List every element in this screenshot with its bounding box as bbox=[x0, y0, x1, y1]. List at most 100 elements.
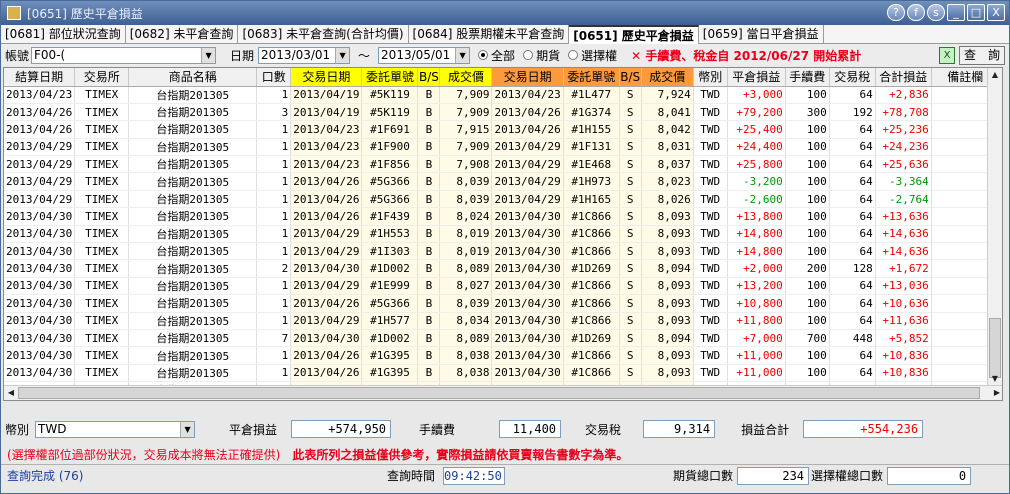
cell-currency: TWD bbox=[693, 364, 728, 383]
cell-exchange: TIMEX bbox=[74, 277, 130, 296]
radio-futures[interactable]: 期貨 bbox=[523, 47, 560, 64]
settings-icon[interactable]: s bbox=[927, 4, 945, 21]
table-row[interactable]: 2013/04/26 TIMEX 台指期201305 3 2013/04/19 #5K11… bbox=[4, 103, 1000, 122]
close-button[interactable]: X bbox=[987, 4, 1005, 21]
cell-fee: 100 bbox=[785, 364, 830, 383]
table-row[interactable]: 2013/04/30 TIMEX 台指期201305 1 2013/04/29 #1I30… bbox=[4, 242, 1000, 261]
cell-exchange: TIMEX bbox=[74, 120, 130, 139]
table-row[interactable]: 2013/04/29 TIMEX 台指期201305 1 2013/04/26 #5G36… bbox=[4, 172, 1000, 191]
vertical-scrollbar[interactable]: ▲ ▼ bbox=[987, 68, 1002, 386]
table-row[interactable]: 2013/04/29 TIMEX 台指期201305 1 2013/04/26 #5G36… bbox=[4, 190, 1000, 209]
table-row[interactable]: 2013/04/29 TIMEX 台指期201305 1 2013/04/23 #1F90… bbox=[4, 138, 1000, 157]
minimize-button[interactable]: _ bbox=[947, 4, 965, 21]
column-header-open-order-no[interactable]: 委託單號 bbox=[361, 68, 419, 87]
column-header-exchange[interactable]: 交易所 bbox=[74, 68, 130, 87]
chevron-down-icon[interactable]: ▼ bbox=[335, 47, 350, 63]
cell-lots: 1 bbox=[256, 120, 292, 139]
cell-currency: TWD bbox=[693, 155, 728, 174]
app-icon bbox=[7, 6, 21, 20]
cell-open-bs: B bbox=[417, 172, 441, 191]
table-row[interactable]: 2013/04/30 TIMEX 台指期201305 7 2013/04/30 #1D00… bbox=[4, 329, 1000, 348]
scroll-left-icon[interactable]: ◀ bbox=[4, 386, 18, 400]
column-header-fee[interactable]: 手續費 bbox=[785, 68, 830, 87]
cell-close-pnl: +3,000 bbox=[727, 86, 786, 104]
cell-close-pnl: +13,200 bbox=[727, 277, 786, 296]
chevron-down-icon[interactable]: ▼ bbox=[201, 47, 216, 63]
table-row[interactable]: 2013/04/30 TIMEX 台指期201305 1 2013/04/29 #1H57… bbox=[4, 312, 1000, 330]
cell-open-order-no: #5G366 bbox=[361, 190, 419, 209]
cell-total-pnl: +10,636 bbox=[875, 294, 932, 313]
cell-exchange: TIMEX bbox=[74, 259, 130, 278]
column-header-settle-date[interactable]: 結算日期 bbox=[4, 68, 76, 87]
tab-0659[interactable]: [0659] 當日平倉損益 bbox=[699, 25, 824, 44]
column-header-currency[interactable]: 幣別 bbox=[693, 68, 728, 87]
table-row[interactable]: 2013/04/30TIMEX台指期20130512013/04/26#1G39… bbox=[4, 346, 1000, 365]
cell-open-trade-date: 2013/04/26 bbox=[290, 294, 363, 313]
column-header-open-bs[interactable]: B/S bbox=[417, 68, 441, 87]
radio-all[interactable]: 全部 bbox=[478, 47, 515, 64]
cell-currency: TWD bbox=[693, 103, 728, 122]
currency-select[interactable]: TWD ▼ bbox=[35, 420, 196, 438]
column-header-close-pnl[interactable]: 平倉損益 bbox=[727, 68, 786, 87]
scroll-thumb[interactable] bbox=[989, 318, 1001, 378]
column-header-open-price[interactable]: 成交價 bbox=[439, 68, 493, 87]
cell-close-order-no: #1C866 bbox=[563, 207, 620, 226]
table-row[interactable]: 2013/04/30 TIMEX 台指期201305 1 2013/04/26 #5G36… bbox=[4, 294, 1000, 313]
table-row[interactable]: 2013/04/30 TIMEX 台指期201305 1 2013/04/29 #1H55… bbox=[4, 225, 1000, 244]
table-row[interactable]: 2013/04/30TIMEX台指期20130512013/04/26#1G39… bbox=[4, 364, 1000, 383]
scroll-up-icon[interactable]: ▲ bbox=[988, 68, 1002, 82]
column-header-close-bs[interactable]: B/S bbox=[619, 68, 642, 87]
table-row[interactable]: 2013/04/30 TIMEX 台指期201305 2 2013/04/30 #1D00… bbox=[4, 259, 1000, 278]
cell-product-name: 台指期201305 bbox=[128, 103, 258, 122]
title-bar[interactable]: [0651] 歷史平倉損益 ? f s _ □ X bbox=[1, 1, 1009, 25]
cell-open-price: 7,909 bbox=[439, 138, 493, 157]
column-header-close-order-no[interactable]: 委託單號 bbox=[563, 68, 620, 87]
table-row[interactable]: 2013/04/30 TIMEX 台指期201305 1 2013/04/26 #1F43… bbox=[4, 207, 1000, 226]
column-header-product-name[interactable]: 商品名稱 bbox=[128, 68, 258, 87]
date-to-picker[interactable]: 2013/05/01 ▼ bbox=[378, 46, 471, 64]
cell-lots: 1 bbox=[256, 364, 292, 383]
chevron-down-icon[interactable]: ▼ bbox=[180, 421, 195, 437]
tab-0681[interactable]: [0681] 部位狀況查詢 bbox=[1, 25, 126, 44]
horizontal-scrollbar[interactable]: ◀ ▶ bbox=[4, 385, 1002, 400]
cell-currency: TWD bbox=[693, 346, 728, 365]
cell-open-bs: B bbox=[417, 155, 441, 174]
date-from-picker[interactable]: 2013/03/01 ▼ bbox=[258, 46, 351, 64]
pnl-label: 平倉損益 bbox=[229, 422, 278, 437]
column-header-tax[interactable]: 交易稅 bbox=[829, 68, 876, 87]
scroll-right-icon[interactable]: ▶ bbox=[990, 386, 1002, 400]
cell-open-trade-date: 2013/04/23 bbox=[290, 155, 363, 174]
excel-export-icon[interactable]: X bbox=[939, 46, 955, 64]
query-button[interactable]: 查 詢 bbox=[959, 45, 1005, 65]
scroll-down-icon[interactable]: ▼ bbox=[988, 372, 1002, 386]
table-row[interactable]: 2013/04/26 TIMEX 台指期201305 1 2013/04/23 #1F69… bbox=[4, 120, 1000, 139]
cell-fee: 100 bbox=[785, 172, 830, 191]
cell-tax: 64 bbox=[829, 155, 876, 174]
font-icon[interactable]: f bbox=[907, 4, 925, 21]
tab-0682[interactable]: [0682] 未平倉查詢 bbox=[126, 25, 239, 44]
cell-close-bs: S bbox=[619, 259, 642, 278]
table-row[interactable]: 2013/04/30 TIMEX 台指期201305 1 2013/04/29 #1E99… bbox=[4, 277, 1000, 296]
cell-product-name: 台指期201305 bbox=[128, 120, 258, 139]
table-row[interactable]: 2013/04/29 TIMEX 台指期201305 1 2013/04/23 #1F85… bbox=[4, 155, 1000, 174]
tab-0683[interactable]: [0683] 未平倉查詢(合計均價) bbox=[238, 25, 409, 44]
column-header-close-price[interactable]: 成交價 bbox=[641, 68, 694, 87]
scroll-thumb[interactable] bbox=[18, 387, 980, 399]
column-header-total-pnl[interactable]: 合計損益 bbox=[875, 68, 932, 87]
cell-open-order-no: #1E999 bbox=[361, 277, 419, 296]
cell-currency: TWD bbox=[693, 277, 728, 296]
help-icon[interactable]: ? bbox=[887, 4, 905, 21]
table-row[interactable]: 2013/04/23 TIMEX 台指期201305 1 2013/04/19 #5K11… bbox=[4, 86, 1000, 104]
cell-close-price: 8,093 bbox=[641, 294, 694, 313]
radio-options[interactable]: 選擇權 bbox=[568, 47, 617, 64]
column-header-close-trade-date[interactable]: 交易日期 bbox=[491, 68, 564, 87]
window-title: [0651] 歷史平倉損益 bbox=[27, 6, 143, 21]
column-header-lots[interactable]: 口數 bbox=[256, 68, 292, 87]
chevron-down-icon[interactable]: ▼ bbox=[455, 47, 470, 63]
maximize-button[interactable]: □ bbox=[967, 4, 985, 21]
account-select[interactable]: F00-( ▼ bbox=[31, 46, 217, 64]
tab-0684[interactable]: [0684] 股票期權未平倉查詢 bbox=[409, 25, 570, 44]
tab-0651[interactable]: [0651] 歷史平倉損益 bbox=[569, 25, 699, 44]
column-header-open-trade-date[interactable]: 交易日期 bbox=[290, 68, 363, 87]
cell-close-price: 8,093 bbox=[641, 364, 694, 383]
